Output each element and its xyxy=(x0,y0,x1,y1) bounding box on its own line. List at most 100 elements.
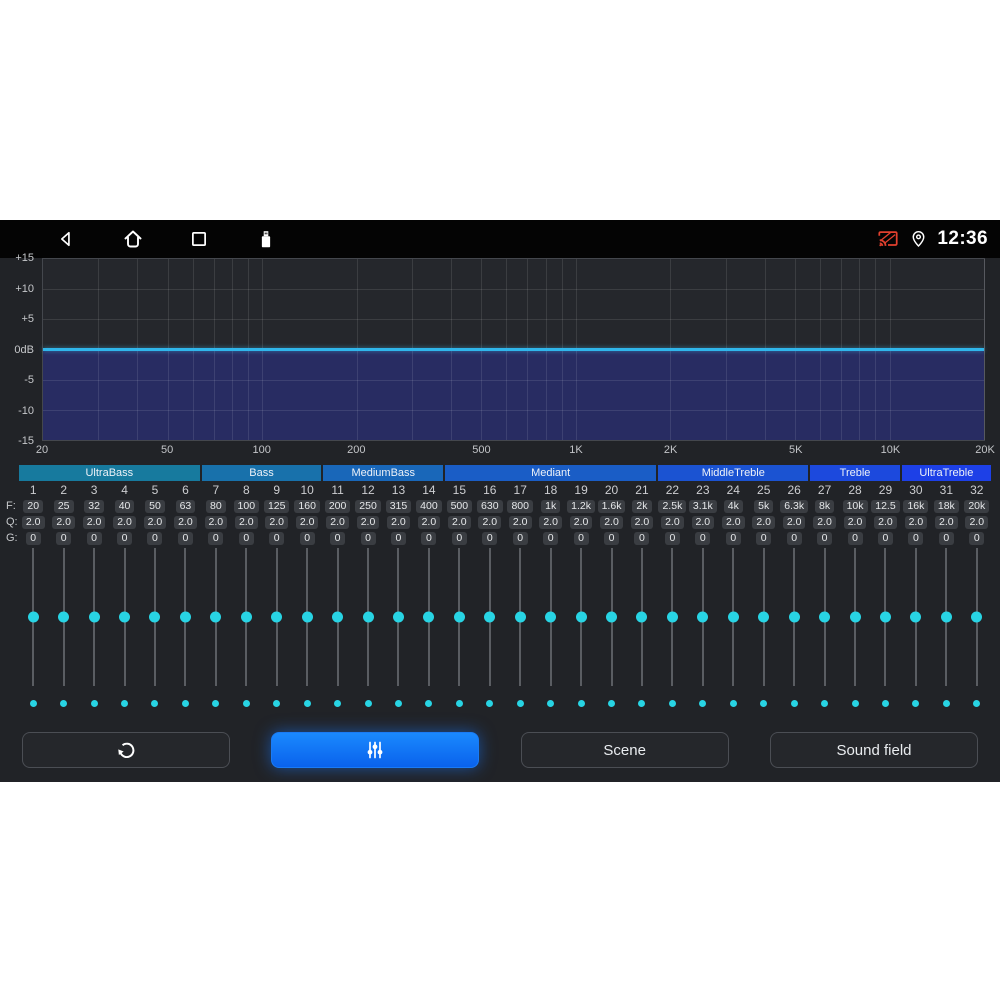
slider-knob[interactable] xyxy=(362,611,374,623)
band-dot[interactable] xyxy=(455,700,463,707)
band-gain-slider[interactable] xyxy=(444,548,474,686)
band-gain-slider[interactable] xyxy=(170,548,200,686)
sound-field-button[interactable]: Sound field xyxy=(769,732,978,768)
band-gain-slider[interactable] xyxy=(596,548,626,686)
equalizer-button[interactable] xyxy=(271,732,480,768)
slider-knob[interactable] xyxy=(575,611,587,623)
band-gain-slider[interactable] xyxy=(79,548,109,686)
band-gain-slider[interactable] xyxy=(840,548,870,686)
band-gain-slider[interactable] xyxy=(292,548,322,686)
band-dot[interactable] xyxy=(334,700,342,707)
slider-knob[interactable] xyxy=(301,611,313,623)
slider-knob[interactable] xyxy=(119,611,131,623)
slider-knob[interactable] xyxy=(666,611,678,623)
band-gain-slider[interactable] xyxy=(18,548,48,686)
band-gain-slider[interactable] xyxy=(931,548,961,686)
band-dot[interactable] xyxy=(821,700,829,707)
slider-knob[interactable] xyxy=(179,611,191,623)
band-dot[interactable] xyxy=(608,700,616,707)
band-dot[interactable] xyxy=(668,700,676,707)
slider-knob[interactable] xyxy=(58,611,70,623)
band-gain-slider[interactable] xyxy=(779,548,809,686)
slider-knob[interactable] xyxy=(606,611,618,623)
band-gain-slider[interactable] xyxy=(109,548,139,686)
band-gain-slider[interactable] xyxy=(901,548,931,686)
band-dot[interactable] xyxy=(242,700,250,707)
band-gain-slider[interactable] xyxy=(475,548,505,686)
band-dot[interactable] xyxy=(699,700,707,707)
back-button[interactable] xyxy=(56,228,76,250)
band-dot[interactable] xyxy=(912,700,920,707)
band-dot[interactable] xyxy=(29,700,37,707)
band-gain-slider[interactable] xyxy=(535,548,565,686)
band-dot[interactable] xyxy=(881,700,889,707)
band-dot[interactable] xyxy=(942,700,950,707)
band-gain-slider[interactable] xyxy=(657,548,687,686)
slider-knob[interactable] xyxy=(514,611,526,623)
band-dot[interactable] xyxy=(425,700,433,707)
band-gain-slider[interactable] xyxy=(322,548,352,686)
slider-knob[interactable] xyxy=(727,611,739,623)
slider-knob[interactable] xyxy=(879,611,891,623)
slider-knob[interactable] xyxy=(484,611,496,623)
band-gain-slider[interactable] xyxy=(718,548,748,686)
band-dot[interactable] xyxy=(577,700,585,707)
band-dot[interactable] xyxy=(790,700,798,707)
band-dot[interactable] xyxy=(516,700,524,707)
band-gain-slider[interactable] xyxy=(201,548,231,686)
band-dot[interactable] xyxy=(212,700,220,707)
band-gain-slider[interactable] xyxy=(414,548,444,686)
band-gain-slider[interactable] xyxy=(870,548,900,686)
band-dot[interactable] xyxy=(60,700,68,707)
band-dot[interactable] xyxy=(364,700,372,707)
band-dot[interactable] xyxy=(303,700,311,707)
slider-knob[interactable] xyxy=(88,611,100,623)
band-gain-slider[interactable] xyxy=(809,548,839,686)
band-dot[interactable] xyxy=(851,700,859,707)
slider-knob[interactable] xyxy=(392,611,404,623)
band-gain-slider[interactable] xyxy=(749,548,779,686)
band-dot[interactable] xyxy=(973,700,981,707)
slider-knob[interactable] xyxy=(27,611,39,623)
recents-button[interactable] xyxy=(189,229,210,250)
band-gain-slider[interactable] xyxy=(627,548,657,686)
band-dot[interactable] xyxy=(729,700,737,707)
slider-knob[interactable] xyxy=(149,611,161,623)
slider-knob[interactable] xyxy=(271,611,283,623)
band-gain-slider[interactable] xyxy=(262,548,292,686)
slider-knob[interactable] xyxy=(910,611,922,623)
band-gain-slider[interactable] xyxy=(505,548,535,686)
scene-button[interactable]: Scene xyxy=(520,732,729,768)
slider-knob[interactable] xyxy=(758,611,770,623)
band-dot[interactable] xyxy=(121,700,129,707)
band-dot[interactable] xyxy=(638,700,646,707)
slider-knob[interactable] xyxy=(849,611,861,623)
slider-knob[interactable] xyxy=(697,611,709,623)
band-gain-slider[interactable] xyxy=(48,548,78,686)
band-dot[interactable] xyxy=(181,700,189,707)
slider-knob[interactable] xyxy=(423,611,435,623)
band-dot[interactable] xyxy=(547,700,555,707)
band-gain-slider[interactable] xyxy=(962,548,992,686)
slider-knob[interactable] xyxy=(210,611,222,623)
band-dot[interactable] xyxy=(273,700,281,707)
slider-knob[interactable] xyxy=(788,611,800,623)
band-gain-slider[interactable] xyxy=(353,548,383,686)
slider-knob[interactable] xyxy=(819,611,831,623)
band-gain-slider[interactable] xyxy=(688,548,718,686)
slider-knob[interactable] xyxy=(545,611,557,623)
band-dot[interactable] xyxy=(486,700,494,707)
slider-knob[interactable] xyxy=(636,611,648,623)
slider-knob[interactable] xyxy=(240,611,252,623)
band-dot[interactable] xyxy=(151,700,159,707)
band-dot[interactable] xyxy=(90,700,98,707)
band-dot[interactable] xyxy=(760,700,768,707)
slider-knob[interactable] xyxy=(332,611,344,623)
slider-knob[interactable] xyxy=(971,611,983,623)
home-button[interactable] xyxy=(121,227,145,251)
band-gain-slider[interactable] xyxy=(383,548,413,686)
band-gain-slider[interactable] xyxy=(231,548,261,686)
band-dot[interactable] xyxy=(394,700,402,707)
reset-button[interactable] xyxy=(22,732,230,768)
band-gain-slider[interactable] xyxy=(140,548,170,686)
